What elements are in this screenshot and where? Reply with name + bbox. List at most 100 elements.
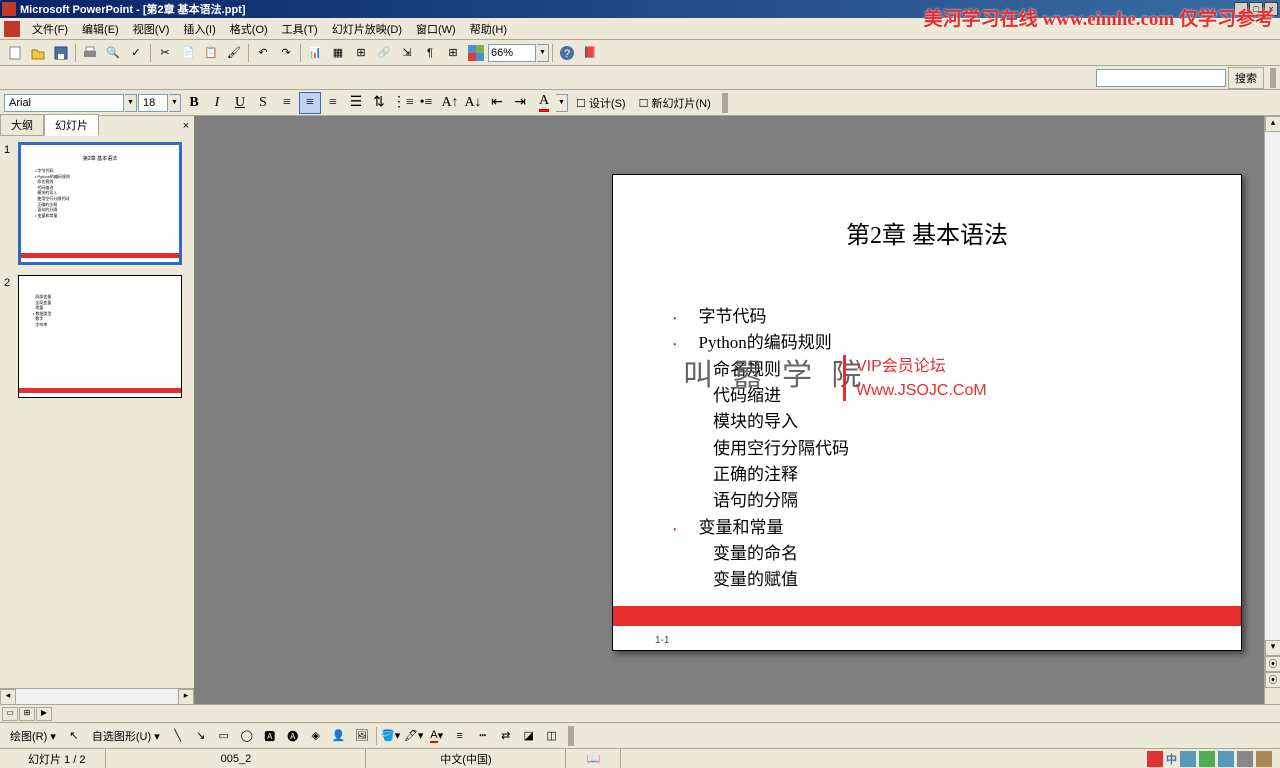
align-left-button[interactable]: ≡ xyxy=(276,92,298,114)
menu-view[interactable]: 视图(V) xyxy=(127,19,176,39)
print-button[interactable] xyxy=(79,42,101,64)
tray-icon[interactable] xyxy=(1199,751,1215,767)
numbering-button[interactable]: ⋮≡ xyxy=(392,92,414,114)
align-right-button[interactable]: ≡ xyxy=(322,92,344,114)
normal-view-button[interactable]: ▭ xyxy=(2,707,18,721)
chart-button[interactable]: 📊 xyxy=(304,42,326,64)
dash-style-button[interactable]: ┅ xyxy=(472,725,494,747)
line-style-button[interactable]: ≡ xyxy=(449,725,471,747)
decrease-indent-button[interactable]: ⇤ xyxy=(486,92,508,114)
menu-insert[interactable]: 插入(I) xyxy=(177,19,221,39)
slideshow-view-button[interactable]: ▶ xyxy=(36,707,52,721)
menu-edit[interactable]: 编辑(E) xyxy=(76,19,125,39)
table-button[interactable]: ▦ xyxy=(327,42,349,64)
show-formatting-button[interactable]: ¶ xyxy=(419,42,441,64)
textbox-button[interactable]: 🅰 xyxy=(259,725,281,747)
help-button[interactable]: ? xyxy=(556,42,578,64)
font-name-input[interactable]: Arial xyxy=(4,94,124,112)
wordart-button[interactable]: 🅐 xyxy=(282,725,304,747)
save-button[interactable] xyxy=(50,42,72,64)
next-slide-button[interactable]: ⦿ xyxy=(1265,672,1280,688)
tab-slides[interactable]: 幻灯片 xyxy=(44,114,99,136)
autoshapes-menu[interactable]: 自选图形(U) ▾ xyxy=(86,726,166,746)
diagram-button[interactable]: ◈ xyxy=(305,725,327,747)
menu-window[interactable]: 窗口(W) xyxy=(410,19,462,39)
zoom-input[interactable]: 66% xyxy=(488,44,536,62)
fill-color-button[interactable]: 🪣▾ xyxy=(380,725,402,747)
draw-menu[interactable]: 绘图(R) ▾ xyxy=(4,726,62,746)
search-input[interactable] xyxy=(1096,69,1226,87)
slide-editor-area[interactable]: 第2章 基本语法 •字节代码 •Python的编码规则 命名规则 代码缩进 模块… xyxy=(194,116,1280,704)
open-button[interactable] xyxy=(27,42,49,64)
clipart-button[interactable]: 👤 xyxy=(328,725,350,747)
menu-file[interactable]: 文件(F) xyxy=(26,19,74,39)
redo-button[interactable]: ↷ xyxy=(275,42,297,64)
new-button[interactable] xyxy=(4,42,26,64)
line-color-button[interactable]: 🖊▾ xyxy=(403,725,425,747)
tab-outline[interactable]: 大纲 xyxy=(0,114,44,136)
slide-thumbnail-2[interactable]: 局部变量 全局变量 常量• 数据类型 数字 字符串 xyxy=(18,275,182,398)
font-size-input[interactable]: 18 xyxy=(138,94,168,112)
panel-hscroll[interactable]: ◂▸ xyxy=(0,688,194,704)
tray-icon[interactable] xyxy=(1237,751,1253,767)
menu-slideshow[interactable]: 幻灯片放映(D) xyxy=(326,19,408,39)
print-preview-button[interactable]: 🔍 xyxy=(102,42,124,64)
slide-thumbnail-1[interactable]: 第2章 基本语法 • 字节代码• Python的编码规则 命名规则 代码缩进 模… xyxy=(18,142,182,265)
font-size-dropdown[interactable]: ▼ xyxy=(169,94,181,112)
increase-font-button[interactable]: A↑ xyxy=(439,92,461,114)
sorter-view-button[interactable]: ⊞ xyxy=(19,707,35,721)
tray-icon[interactable] xyxy=(1256,751,1272,767)
cut-button[interactable]: ✂ xyxy=(154,42,176,64)
font-color-dropdown[interactable]: ▼ xyxy=(556,94,568,112)
line-button[interactable]: ╲ xyxy=(167,725,189,747)
shadow-style-button[interactable]: ◪ xyxy=(518,725,540,747)
menu-format[interactable]: 格式(O) xyxy=(224,19,274,39)
font-name-dropdown[interactable]: ▼ xyxy=(125,94,137,112)
select-objects-button[interactable]: ↖ xyxy=(63,725,85,747)
paste-button[interactable]: 📋 xyxy=(200,42,222,64)
minimize-button[interactable]: _ xyxy=(1234,2,1248,16)
maximize-button[interactable]: □ xyxy=(1249,2,1263,16)
tray-icon[interactable] xyxy=(1218,751,1234,767)
shadow-button[interactable]: S xyxy=(252,92,274,114)
bold-button[interactable]: B xyxy=(183,92,205,114)
underline-button[interactable]: U xyxy=(229,92,251,114)
distribute-button[interactable]: ☰ xyxy=(345,92,367,114)
search-button[interactable]: 搜索 xyxy=(1228,67,1264,89)
picture-button[interactable]: 🖼 xyxy=(351,725,373,747)
decrease-font-button[interactable]: A↓ xyxy=(462,92,484,114)
expand-button[interactable]: ⇲ xyxy=(396,42,418,64)
color-button[interactable] xyxy=(465,42,487,64)
slide-body[interactable]: •字节代码 •Python的编码规则 命名规则 代码缩进 模块的导入 使用空行分… xyxy=(673,304,1241,594)
arrow-style-button[interactable]: ⇄ xyxy=(495,725,517,747)
research-button[interactable]: 📕 xyxy=(579,42,601,64)
prev-slide-button[interactable]: ⦿ xyxy=(1265,656,1280,672)
copy-button[interactable]: 📄 xyxy=(177,42,199,64)
menu-help[interactable]: 帮助(H) xyxy=(464,19,513,39)
tray-icon[interactable] xyxy=(1147,751,1163,767)
ime-indicator[interactable]: 中 xyxy=(1166,751,1177,767)
tray-icon[interactable] xyxy=(1180,751,1196,767)
menu-tools[interactable]: 工具(T) xyxy=(276,19,324,39)
design-button[interactable]: ☐ 设计(S) xyxy=(570,93,632,113)
tables-borders-button[interactable]: ⊞ xyxy=(350,42,372,64)
panel-close-button[interactable]: × xyxy=(178,120,194,136)
slide-title[interactable]: 第2章 基本语法 xyxy=(613,215,1241,250)
increase-indent-button[interactable]: ⇥ xyxy=(509,92,531,114)
font-color-button[interactable]: A xyxy=(533,92,555,114)
undo-button[interactable]: ↶ xyxy=(252,42,274,64)
text-direction-button[interactable]: ⇅ xyxy=(368,92,390,114)
zoom-dropdown[interactable]: ▼ xyxy=(537,44,549,62)
vertical-scrollbar[interactable]: ▴ ▾ ⦿ ⦿ xyxy=(1264,116,1280,704)
font-color-draw-button[interactable]: A▾ xyxy=(426,725,448,747)
bullets-button[interactable]: •≡ xyxy=(415,92,437,114)
oval-button[interactable]: ◯ xyxy=(236,725,258,747)
close-button[interactable]: × xyxy=(1264,2,1278,16)
align-center-button[interactable]: ≡ xyxy=(299,92,321,114)
hyperlink-button[interactable]: 🔗 xyxy=(373,42,395,64)
3d-style-button[interactable]: ◫ xyxy=(541,725,563,747)
rectangle-button[interactable]: ▭ xyxy=(213,725,235,747)
slide-canvas[interactable]: 第2章 基本语法 •字节代码 •Python的编码规则 命名规则 代码缩进 模块… xyxy=(612,174,1242,651)
new-slide-button[interactable]: ☐ 新幻灯片(N) xyxy=(633,93,717,113)
italic-button[interactable]: I xyxy=(206,92,228,114)
